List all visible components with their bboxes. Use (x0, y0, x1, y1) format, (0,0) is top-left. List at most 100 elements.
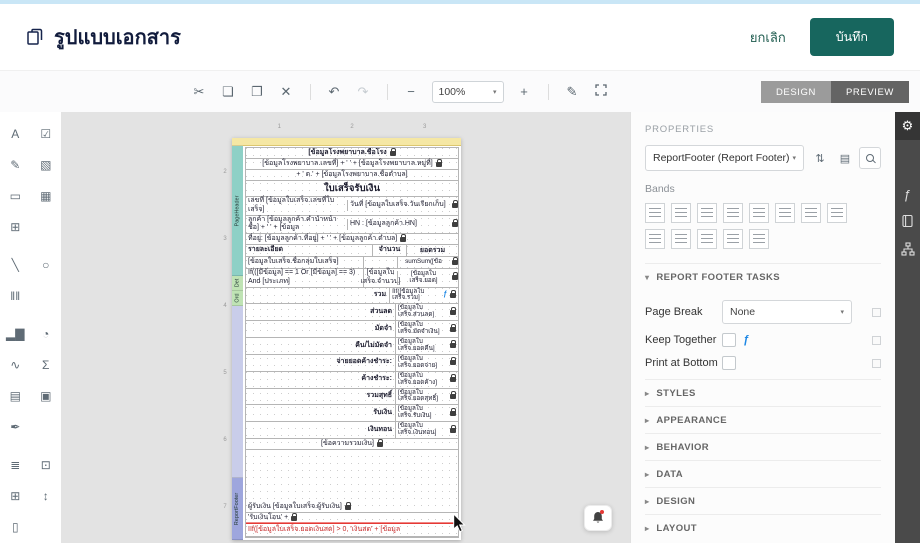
shape-tool[interactable]: ○ (36, 255, 56, 275)
expressions-rail-button[interactable]: ƒ (895, 180, 920, 208)
report-row[interactable]: ที่อยู่: [ข้อมูลลูกค้า.ที่อยู่] + ' ' + … (246, 234, 458, 245)
band-icon-bottom-margin[interactable] (645, 229, 665, 249)
cancel-button[interactable]: ยกเลิก (750, 27, 786, 48)
richtext-tool[interactable]: ✎ (5, 155, 25, 175)
table-tool[interactable]: ▦ (36, 186, 56, 206)
summary-tool[interactable]: Σ (36, 355, 56, 375)
report-row[interactable]: 'รับเงินโอน' + (246, 513, 458, 524)
page-break-marker[interactable] (872, 308, 881, 317)
design-canvas[interactable]: 123 234567 PageHeaderDetOrdReportFooter … (62, 112, 630, 543)
save-button[interactable]: บันทึก (810, 18, 894, 56)
band-icon-detail[interactable] (749, 203, 769, 223)
report-row[interactable]: รับเงิน[ข้อมูลใบ เสร็จ.รับเงิน] (246, 405, 458, 422)
subreport-tool[interactable]: ⊡ (36, 455, 56, 475)
page-break-tool[interactable]: ▣ (36, 386, 56, 406)
toc-tool[interactable]: ≣ (5, 455, 25, 475)
report-row[interactable]: เงินทอน[ข้อมูลใบ เสร็จ.เงินทอน] (246, 422, 458, 439)
cross-band-box-tool[interactable]: ▯ (5, 517, 25, 537)
search-button[interactable] (859, 147, 881, 169)
report-row[interactable]: มัดจำ[ข้อมูลใบ เสร็จ.มัดจำเงิน] (246, 321, 458, 338)
picture-box-tool[interactable]: ▧ (36, 155, 56, 175)
line-tool[interactable]: ╲ (5, 255, 25, 275)
band-icon-group-footer[interactable] (775, 203, 795, 223)
report-row[interactable]: รวมIIf([ข้อมูลใบ เสร็จ.รวม]ƒ (246, 288, 458, 305)
checkbox-tool[interactable]: ☑ (36, 124, 56, 144)
report-structure-rail-button[interactable] (895, 236, 920, 264)
design-tab[interactable]: DESIGN (761, 81, 831, 103)
report-row[interactable]: ใบเสร็จรับเงิน (246, 181, 458, 197)
report-page[interactable]: [ข้อมูลโรงพยาบาล.ชื่อโรง[ข้อมูลโรงพยาบาล… (243, 138, 461, 540)
undo-button[interactable]: ↶ (322, 80, 347, 104)
band-icon-top-margin[interactable] (645, 203, 665, 223)
band-icon-vertical-detail[interactable] (749, 229, 769, 249)
report-row[interactable]: จ่ายยอดค้างชำระ:[ข้อมูลใบ เสร็จ.ยอดจ่าย] (246, 355, 458, 372)
sort-az-button[interactable]: ⇅ (809, 147, 831, 169)
preview-tab[interactable]: PREVIEW (831, 81, 909, 103)
report-row[interactable] (246, 450, 458, 502)
section-layout[interactable]: ▸LAYOUT (645, 514, 881, 541)
redo-button[interactable]: ↷ (351, 80, 376, 104)
report-footer-tasks-header[interactable]: ▾ REPORT FOOTER TASKS (645, 263, 881, 291)
gauge-tool[interactable]: ◔ (36, 324, 56, 344)
report-row[interactable]: ลูกค้า [ข้อมูลลูกค้า.คำนำหน้าชื่อ] + ' '… (246, 216, 458, 235)
zoom-out-button[interactable]: − (399, 80, 424, 104)
band-ord[interactable]: Ord (232, 291, 243, 306)
section-appearance[interactable]: ▸APPEARANCE (645, 406, 881, 433)
component-selector[interactable]: ReportFooter (Report Footer) ▾ (645, 145, 804, 171)
page-info-tool[interactable]: ▤ (5, 386, 25, 406)
section-behavior[interactable]: ▸BEHAVIOR (645, 433, 881, 460)
signature-tool[interactable]: ✒ (5, 417, 25, 437)
report-row[interactable]: ค้างชำระ:[ข้อมูลใบ เสร็จ.ยอดค้าง] (246, 372, 458, 389)
band-blank[interactable] (232, 306, 243, 478)
report-row[interactable]: ผู้รับเงิน [ข้อมูลใบเสร็จ.ผู้รับเงิน] (246, 502, 458, 513)
notifications-button[interactable] (584, 505, 612, 531)
delete-button[interactable]: ✕ (274, 80, 299, 104)
band-icon-detail-report[interactable] (697, 229, 717, 249)
cross-band-line-tool[interactable]: ↕ (36, 486, 56, 506)
page-break-select[interactable]: None ▾ (722, 300, 852, 324)
top-margin-band[interactable] (243, 138, 461, 146)
band-blank[interactable] (232, 138, 243, 146)
band-icon-report-footer[interactable] (827, 203, 847, 223)
report-row[interactable]: รวมสุทธิ์[ข้อมูลใบ เสร็จ.ยอดสุทธิ์] (246, 389, 458, 406)
paste-button[interactable]: ❐ (245, 80, 270, 104)
sparkline-tool[interactable]: ∿ (5, 355, 25, 375)
band-icon-report-header[interactable] (671, 203, 691, 223)
report-row[interactable]: รายละเอียดจำนวนยอดรวม (246, 245, 458, 257)
report-row[interactable]: [ข้อมูลใบเสร็จ.ชื่อกลุ่มใบเสร็จ]sumSum([… (246, 257, 458, 269)
band-icon-vertical-header[interactable] (723, 229, 743, 249)
report-row[interactable]: [ข้อมูลโรงพยาบาล.เลขที่] + ' ' + [ข้อมูล… (246, 159, 458, 170)
dictionary-rail-button[interactable] (895, 208, 920, 236)
report-row[interactable]: เลขที่ [ข้อมูลใบเสร็จ.เลขที่ใบเสร็จ]วันท… (246, 197, 458, 216)
section-design[interactable]: ▸DESIGN (645, 487, 881, 514)
properties-rail-button[interactable]: ⚙ (895, 112, 920, 140)
band-reportfooter[interactable]: ReportFooter (232, 478, 243, 540)
report-row[interactable]: [ข้อความรวมเงิน] (246, 439, 458, 450)
report-row[interactable]: [ข้อมูลโรงพยาบาล.ชื่อโรง (246, 148, 458, 159)
band-icon-group-header[interactable] (723, 203, 743, 223)
report-row[interactable]: IIf([ข้อมูลใบเสร็จ.ยอดเงินสด] > 0, 'เงิน… (246, 524, 458, 537)
panel-tool[interactable]: ▭ (5, 186, 25, 206)
keep-together-marker[interactable] (872, 336, 881, 345)
report-row[interactable]: คืน/ไม่มัดจำ[ข้อมูลใบ เสร็จ.ยอดคืน] (246, 338, 458, 355)
copy-button[interactable]: ❏ (216, 80, 241, 104)
band-pageheader[interactable]: PageHeader (232, 146, 243, 276)
report-row[interactable]: If(([มีข้อมูล] == 1 Or [มีข้อมูล] == 3) … (246, 269, 458, 288)
validate-button[interactable]: ✎ (560, 80, 585, 104)
zoom-in-button[interactable]: + (512, 80, 537, 104)
band-icon-page-footer[interactable] (801, 203, 821, 223)
print-at-bottom-marker[interactable] (872, 359, 881, 368)
fullscreen-button[interactable] (589, 80, 614, 104)
section-data[interactable]: ▸DATA (645, 460, 881, 487)
zoom-level-select[interactable]: 100%▾ (432, 81, 504, 103)
band-det[interactable]: Det (232, 276, 243, 291)
print-at-bottom-checkbox[interactable] (722, 356, 736, 370)
pivot-grid-tool[interactable]: ⊞ (5, 486, 25, 506)
barcode-tool[interactable]: ‖‖ (5, 286, 25, 306)
band-icon-sub-band[interactable] (671, 229, 691, 249)
band-icon-page-header[interactable] (697, 203, 717, 223)
label-tool[interactable]: A (5, 124, 25, 144)
section-styles[interactable]: ▸STYLES (645, 379, 881, 406)
character-comb-tool[interactable]: ⊞ (5, 217, 25, 237)
chart-tool[interactable]: ▂▇ (5, 324, 25, 344)
